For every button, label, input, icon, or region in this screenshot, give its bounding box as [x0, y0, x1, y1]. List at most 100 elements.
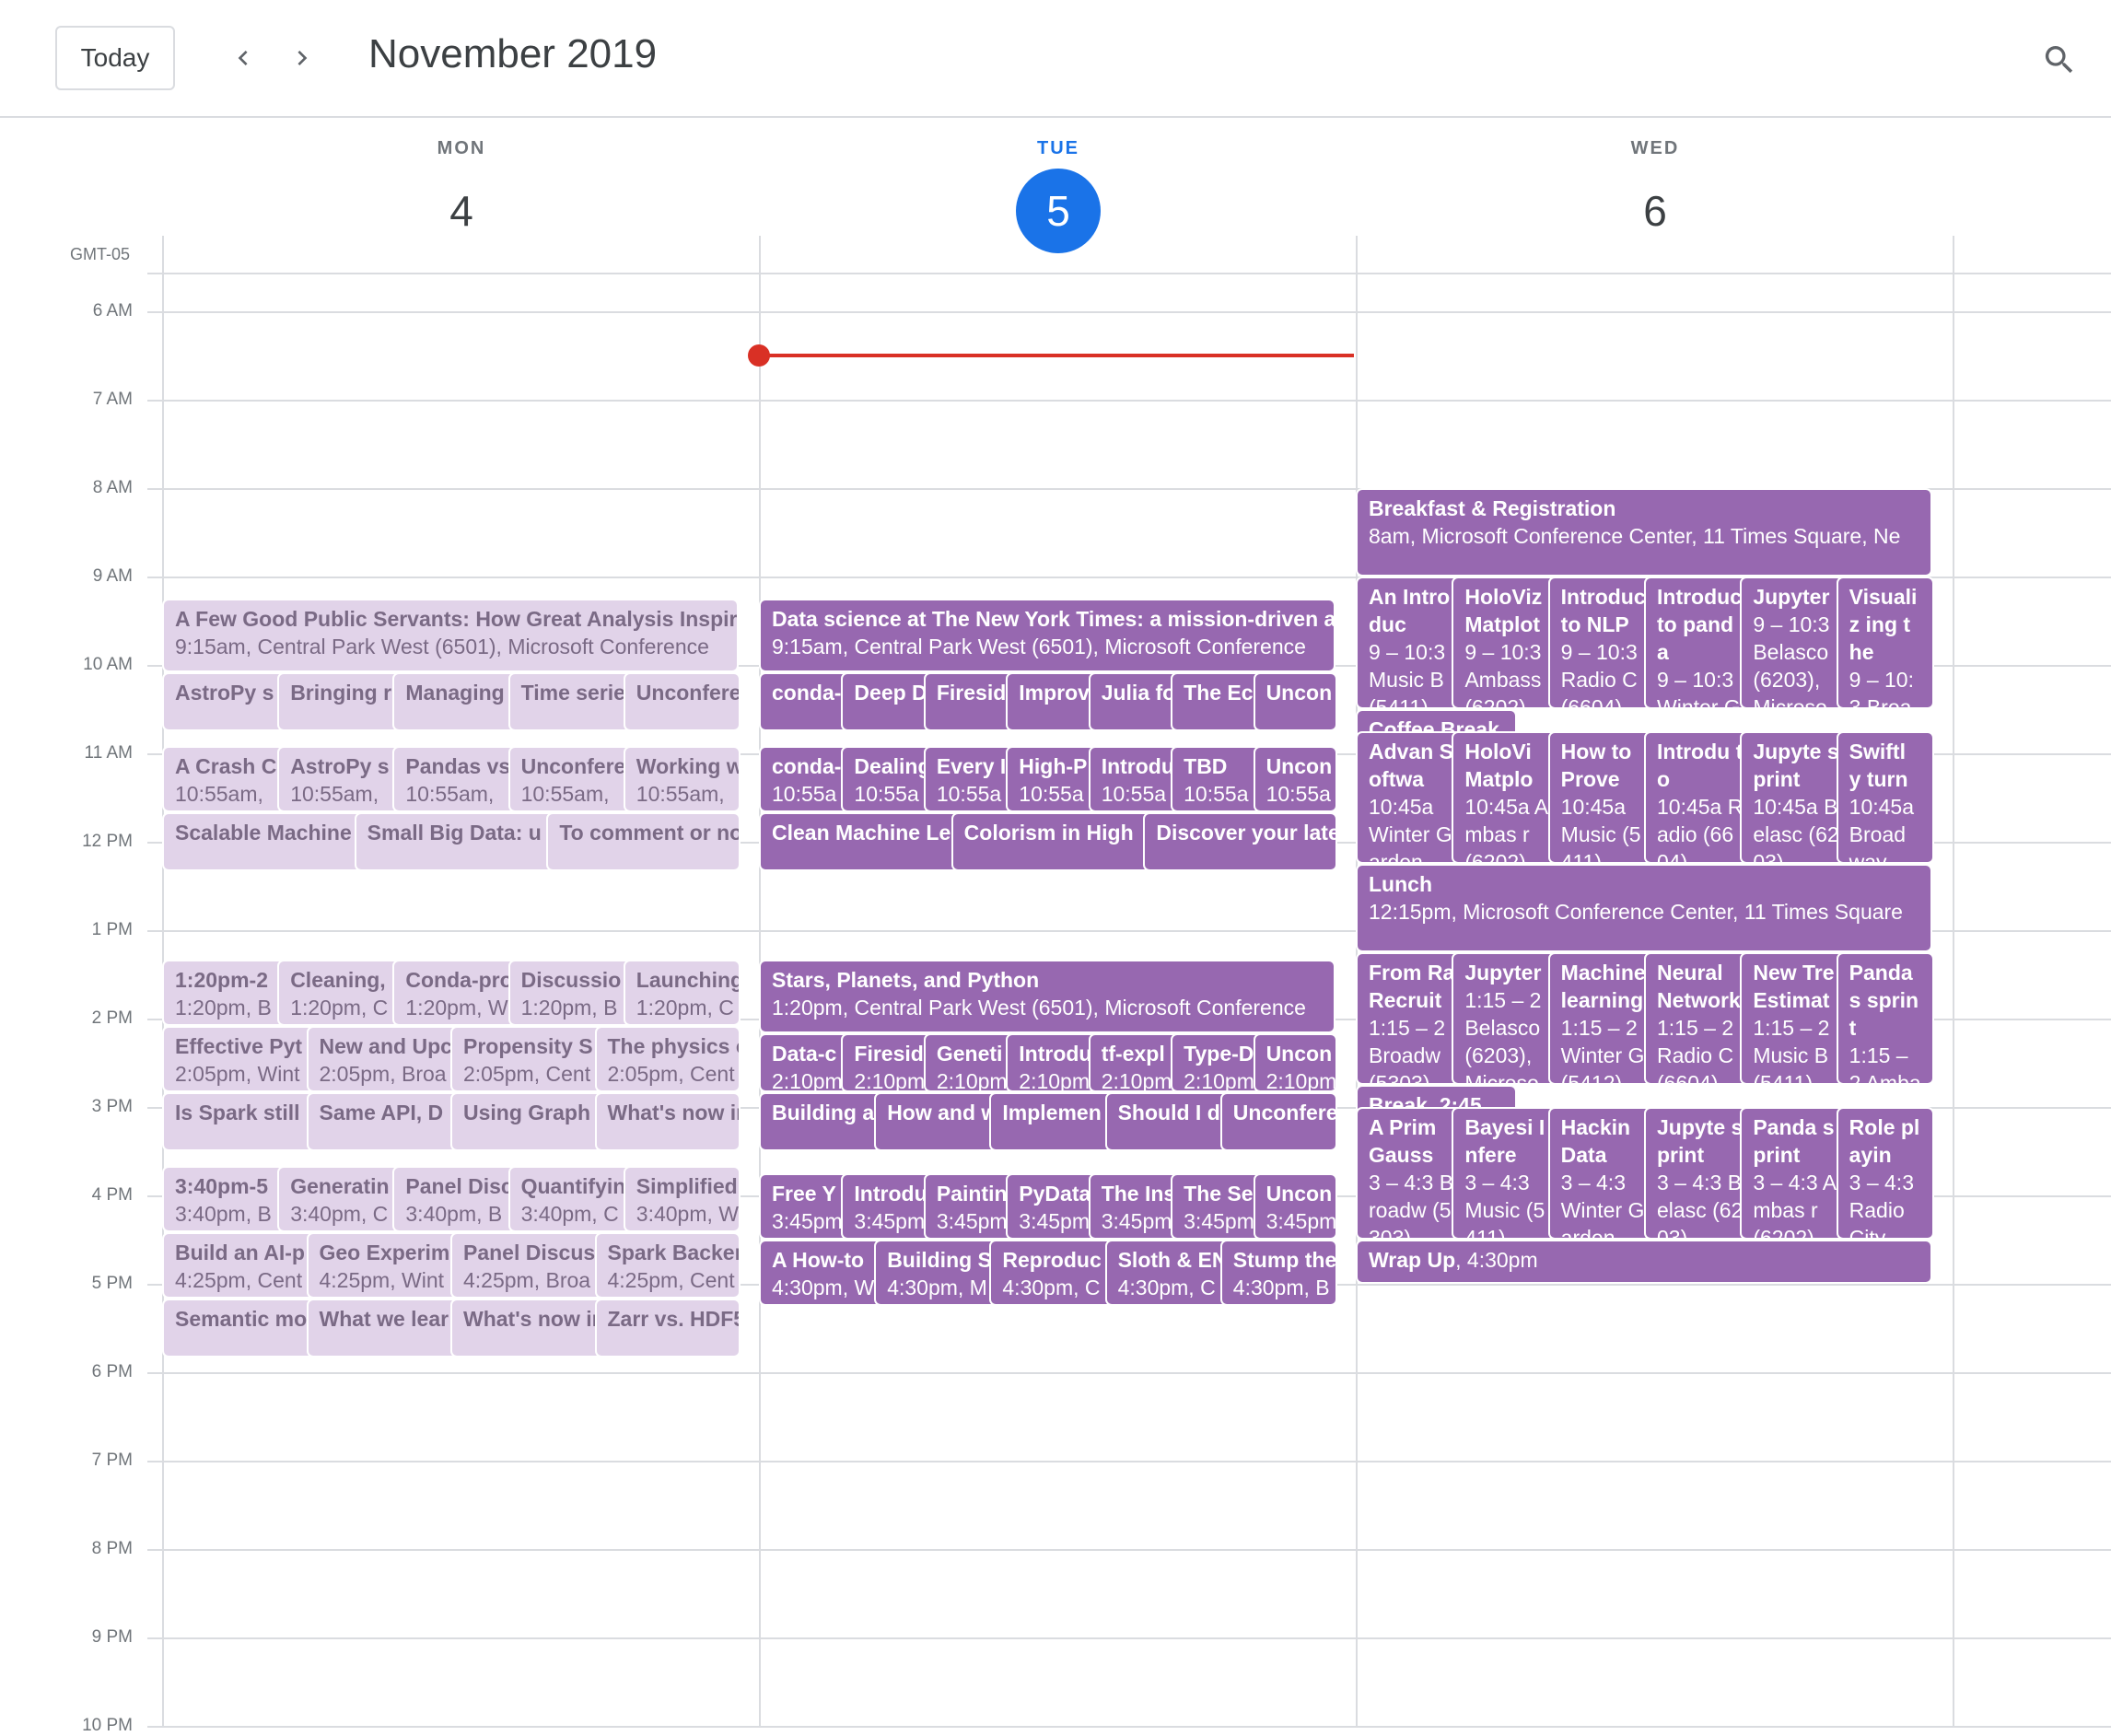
calendar-event[interactable]: Cleaning, 1:20pm, C [277, 960, 410, 1026]
calendar-event[interactable]: The physics o 2:05pm, Cent [594, 1026, 741, 1092]
event-details: 4:25pm, Cent [607, 1268, 735, 1292]
calendar-event[interactable]: Visualiz ing the9 – 10:3 Broadw ay [1836, 577, 1934, 709]
calendar-event[interactable]: Lunch 12:15pm, Microsoft Conference Cente… [1356, 864, 1932, 952]
calendar-event[interactable]: Implemen [989, 1092, 1122, 1151]
calendar-event[interactable]: Using Graph [450, 1092, 612, 1151]
event-details: 2:10pm [1265, 1069, 1337, 1092]
day-number[interactable]: 6 [1358, 169, 1953, 253]
today-button[interactable]: Today [55, 26, 175, 90]
calendar-event[interactable]: What's now in [594, 1092, 741, 1151]
calendar-event[interactable]: Reproduc 4:30pm, C [989, 1240, 1122, 1306]
calendar-event[interactable]: 3:40pm-5 3:40pm, B [162, 1166, 295, 1232]
event-title: Breakfast & Registration [1369, 496, 1616, 520]
event-title: Uncon [1265, 754, 1333, 778]
calendar-event[interactable]: Simplified 3:40pm, W [623, 1166, 741, 1232]
calendar-event[interactable]: 1:20pm-2 1:20pm, B [162, 960, 295, 1026]
calendar-event[interactable]: What's now in [450, 1299, 612, 1357]
calendar-event[interactable]: A Few Good Public Servants: How Great An… [162, 599, 739, 672]
event-details: 3:45pm [1019, 1209, 1090, 1233]
calendar-event[interactable]: Wrap Up, 4:30pm [1356, 1240, 1932, 1284]
day-header-tue[interactable]: TUE 5 [761, 138, 1356, 253]
event-title: Introdu [854, 1182, 927, 1206]
calendar-event[interactable]: Discussio 1:20pm, B [507, 960, 640, 1026]
day-number-today[interactable]: 5 [761, 169, 1356, 253]
calendar-event[interactable]: Uncon 2:10pm [1253, 1033, 1337, 1092]
event-title: Bayesi Infere [1464, 1115, 1545, 1167]
calendar-event[interactable]: How and w [874, 1092, 1007, 1151]
event-title: Reproduc [1002, 1248, 1102, 1272]
calendar-event[interactable]: AstroPy s [162, 672, 295, 731]
calendar-event[interactable]: Breakfast & Registration 8am, Microsoft C… [1356, 488, 1932, 577]
calendar-event[interactable]: Pandas sprint1:15 – 2 Ambas sador [1836, 952, 1934, 1085]
calendar-event[interactable]: Launching 1:20pm, C [623, 960, 741, 1026]
calendar-event[interactable]: Uncon 3:45pm [1253, 1173, 1337, 1240]
event-title: A Few Good Public Servants: How Great An… [175, 607, 739, 631]
event-details: 3 – 4:3 Music (5411) [1464, 1171, 1545, 1240]
calendar-event[interactable]: Unconfere 10:55am, [507, 746, 640, 812]
event-title: Generatin [290, 1174, 390, 1198]
day-column-divider [1953, 236, 1954, 1728]
day-number[interactable]: 4 [164, 169, 759, 253]
calendar-event[interactable]: Data science at The New York Times: a mi… [759, 599, 1335, 672]
calendar-event[interactable]: Semantic mo [162, 1299, 323, 1357]
calendar-event[interactable]: Stump the 4:30pm, B [1219, 1240, 1337, 1306]
calendar-event[interactable]: Spark Backen 4:25pm, Cent [594, 1232, 741, 1299]
calendar-event[interactable]: Panel Disc 3:40pm, B [392, 1166, 525, 1232]
calendar-event[interactable]: Colorism in High [951, 812, 1160, 871]
day-header-wed[interactable]: WED 6 [1358, 138, 1953, 253]
calendar-event[interactable]: Uncon 10:55a [1253, 746, 1337, 812]
calendar-event[interactable]: Build an AI-p 4:25pm, Cent [162, 1232, 323, 1299]
hour-label: 4 PM [91, 1185, 133, 1205]
calendar-event[interactable]: Working w 10:55am, [623, 746, 741, 812]
calendar-event[interactable]: Building S 4:30pm, M [874, 1240, 1007, 1306]
calendar-event[interactable]: Is Spark still [162, 1092, 323, 1151]
event-title: Pandas vs [405, 754, 511, 778]
calendar-event[interactable]: AstroPy s 10:55am, [277, 746, 410, 812]
calendar-event[interactable]: Generatin 3:40pm, C [277, 1166, 410, 1232]
calendar-event[interactable]: Time serie [507, 672, 640, 731]
calendar-event[interactable]: Uncon [1253, 672, 1337, 731]
search-button[interactable] [2034, 35, 2085, 87]
calendar-event[interactable]: To comment or no [546, 812, 741, 871]
calendar-event[interactable]: Pandas vs 10:55am, [392, 746, 525, 812]
calendar-event[interactable]: Unconfere [1219, 1092, 1337, 1151]
calendar-event[interactable]: Building a [759, 1092, 892, 1151]
month-title: November 2019 [368, 31, 658, 76]
calendar-event[interactable]: Sloth & EN 4:30pm, C [1104, 1240, 1237, 1306]
calendar-event[interactable]: Should I d [1104, 1092, 1237, 1151]
calendar-event[interactable]: Panel Discus 4:25pm, Broa [450, 1232, 612, 1299]
calendar-event[interactable]: A Crash C 10:55am, [162, 746, 295, 812]
event-details: 3 – 4:3 Broadw (5303) [1369, 1171, 1454, 1240]
next-period-button[interactable] [276, 33, 328, 85]
hour-line [147, 1461, 2111, 1462]
calendar-event[interactable]: Zarr vs. HDF5 [594, 1299, 741, 1357]
calendar-event[interactable]: Discover your late [1143, 812, 1337, 871]
calendar-event[interactable]: Swiftl y turn 10:45a Broad way [1836, 731, 1934, 864]
calendar-event[interactable]: Bringing r [277, 672, 410, 731]
calendar-event[interactable]: Managing [392, 672, 525, 731]
calendar-event[interactable]: Conda-pro 1:20pm, W [392, 960, 525, 1026]
event-details: 10:55a [1184, 782, 1249, 806]
calendar-event[interactable]: A How-to 4:30pm, W [759, 1240, 892, 1306]
calendar-event[interactable]: Small Big Data: u [354, 812, 564, 871]
event-title: Jupyte sprint [1657, 1115, 1744, 1167]
day-header-mon[interactable]: MON 4 [164, 138, 759, 253]
event-title: Every I [936, 754, 1007, 778]
event-details: 1:15 – 2 Winter G (5412) [1560, 1016, 1645, 1085]
event-details: 10:45a Ambas r (6202) [1464, 795, 1549, 864]
previous-period-button[interactable] [217, 33, 269, 85]
calendar-event[interactable]: Propensity S 2:05pm, Cent [450, 1026, 612, 1092]
calendar-event[interactable]: Scalable Machine [162, 812, 371, 871]
calendar-event[interactable]: Stars, Planets, and Python 1:20pm, Centra… [759, 960, 1335, 1033]
calendar-event[interactable]: Same API, D [306, 1092, 467, 1151]
calendar-event[interactable]: Geo Experim 4:25pm, Wint [306, 1232, 467, 1299]
event-details: 1:20pm, B [175, 996, 272, 1019]
calendar-event[interactable]: Effective Pyt 2:05pm, Wint [162, 1026, 323, 1092]
calendar-event[interactable]: Clean Machine Le [759, 812, 968, 871]
event-title: From Ra Recruit [1369, 961, 1455, 1012]
calendar-event[interactable]: Role playin 3 – 4:3 Radio City [1836, 1107, 1934, 1240]
calendar-event[interactable]: Quantifyin 3:40pm, C [507, 1166, 640, 1232]
calendar-event[interactable]: New and Upc 2:05pm, Broa [306, 1026, 467, 1092]
calendar-event[interactable]: What we lear [306, 1299, 467, 1357]
calendar-event[interactable]: Unconfere [623, 672, 741, 731]
